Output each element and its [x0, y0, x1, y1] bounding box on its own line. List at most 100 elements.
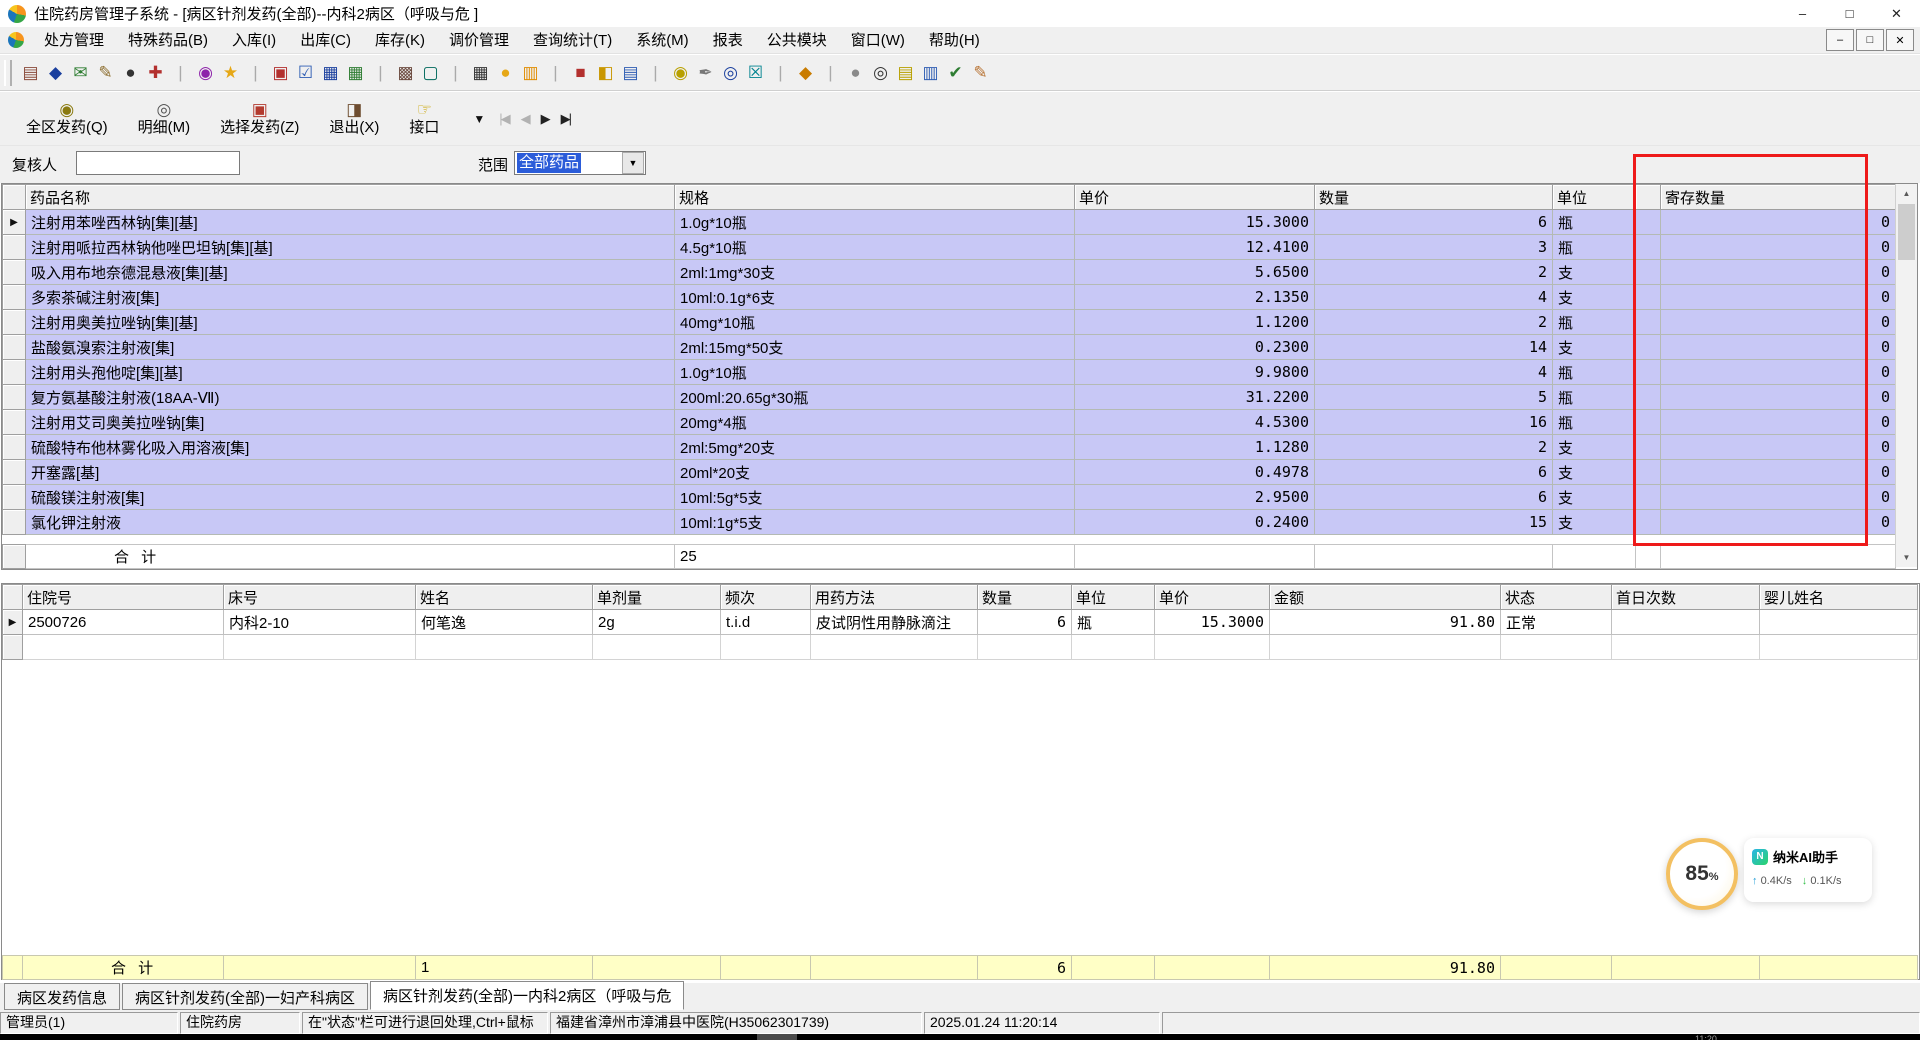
- cell-spec[interactable]: 2ml:5mg*20支: [675, 435, 1075, 460]
- close-button[interactable]: ✕: [1873, 0, 1920, 27]
- cell-drug-name[interactable]: 注射用艾司奥美拉唑钠[集]: [26, 410, 675, 435]
- cell-baby-name[interactable]: [1760, 610, 1918, 635]
- toolbar-separator[interactable]: |: [643, 60, 668, 86]
- doc-blue-icon[interactable]: ▦: [318, 60, 343, 86]
- table-row[interactable]: 硫酸镁注射液[集] 10ml:5g*5支 2.9500 6 支 0: [3, 485, 1896, 510]
- cell-unit[interactable]: 支: [1553, 435, 1636, 460]
- mdi-close-button[interactable]: ✕: [1886, 29, 1914, 51]
- cell-spec[interactable]: 20mg*4瓶: [675, 410, 1075, 435]
- chevron-down-icon[interactable]: ▼: [622, 152, 644, 174]
- menu-item[interactable]: 系统(M): [624, 28, 701, 53]
- cell-spec[interactable]: 10ml:1g*5支: [675, 510, 1075, 535]
- cell-price[interactable]: 15.3000: [1075, 210, 1315, 235]
- calendar-icon[interactable]: ▤: [618, 60, 643, 86]
- menu-item[interactable]: 窗口(W): [839, 28, 917, 53]
- toolbar-separator[interactable]: |: [168, 60, 193, 86]
- menu-item[interactable]: 处方管理: [32, 28, 116, 53]
- menu-item[interactable]: 特殊药品(B): [116, 28, 220, 53]
- cell-amount[interactable]: 91.80: [1270, 610, 1501, 635]
- mail-check-icon[interactable]: ✉: [68, 60, 93, 86]
- cell-qty[interactable]: 15: [1315, 510, 1553, 535]
- more-actions-dropdown-icon[interactable]: ▼: [473, 112, 485, 126]
- nav-next-button[interactable]: ▶: [541, 111, 549, 127]
- scroll-up-icon[interactable]: ▲: [1896, 184, 1917, 203]
- cell-dose[interactable]: 2g: [593, 610, 721, 635]
- table-row[interactable]: 注射用奥美拉唑钠[集][基] 40mg*10瓶 1.1200 2 瓶 0: [3, 310, 1896, 335]
- table-row[interactable]: 多索茶碱注射液[集] 10ml:0.1g*6支 2.1350 4 支 0: [3, 285, 1896, 310]
- cell-price[interactable]: 4.5300: [1075, 410, 1315, 435]
- cell-frequency[interactable]: t.i.d: [721, 610, 811, 635]
- cell-price[interactable]: 12.4100: [1075, 235, 1315, 260]
- cell-unit[interactable]: 支: [1553, 460, 1636, 485]
- cell-price[interactable]: 0.2300: [1075, 335, 1315, 360]
- minimize-button[interactable]: –: [1779, 0, 1826, 27]
- cell-price[interactable]: 2.1350: [1075, 285, 1315, 310]
- nav-prev-button[interactable]: ◀: [521, 111, 529, 127]
- keypad-icon[interactable]: ▦: [468, 60, 493, 86]
- cell-spec[interactable]: 20ml*20支: [675, 460, 1075, 485]
- monitors-icon[interactable]: ▥: [918, 60, 943, 86]
- cell-spec[interactable]: 10ml:0.1g*6支: [675, 285, 1075, 310]
- cabinet-icon[interactable]: ▥: [518, 60, 543, 86]
- table-row[interactable]: 注射用艾司奥美拉唑钠[集] 20mg*4瓶 4.5300 16 瓶 0: [3, 410, 1896, 435]
- nav-last-button[interactable]: ▶|: [561, 111, 570, 127]
- table-row[interactable]: 盐酸氨溴索注射液[集] 2ml:15mg*50支 0.2300 14 支 0: [3, 335, 1896, 360]
- cell-spec[interactable]: 200ml:20.65g*30瓶: [675, 385, 1075, 410]
- cell-drug-name[interactable]: 硫酸镁注射液[集]: [26, 485, 675, 510]
- cell-unit[interactable]: 支: [1553, 260, 1636, 285]
- cell-price[interactable]: 0.2400: [1075, 510, 1315, 535]
- cell-hospital-no[interactable]: 2500726: [23, 610, 224, 635]
- cell-drug-name[interactable]: 注射用奥美拉唑钠[集][基]: [26, 310, 675, 335]
- select-dispense-button[interactable]: ▣ 选择发药(Z): [220, 101, 299, 137]
- cell-drug-name[interactable]: 吸入用布地奈德混悬液[集][基]: [26, 260, 675, 285]
- cell-qty[interactable]: 6: [978, 610, 1072, 635]
- toolbar-separator[interactable]: |: [818, 60, 843, 86]
- cell-qty[interactable]: 14: [1315, 335, 1553, 360]
- table-row[interactable]: 注射用哌拉西林钠他唑巴坦钠[集][基] 4.5g*10瓶 12.4100 3 瓶…: [3, 235, 1896, 260]
- scrollbar-thumb[interactable]: [1898, 204, 1915, 260]
- cell-qty[interactable]: 6: [1315, 460, 1553, 485]
- cell-first-day[interactable]: [1612, 610, 1760, 635]
- list-icon[interactable]: ▤: [893, 60, 918, 86]
- cell-price[interactable]: 0.4978: [1075, 460, 1315, 485]
- cell-qty[interactable]: 4: [1315, 360, 1553, 385]
- mdi-restore-button[interactable]: □: [1856, 29, 1884, 51]
- cell-unit[interactable]: 瓶: [1072, 610, 1155, 635]
- cell-price[interactable]: 2.9500: [1075, 485, 1315, 510]
- cell-qty[interactable]: 5: [1315, 385, 1553, 410]
- cell-price[interactable]: 9.9800: [1075, 360, 1315, 385]
- cell-patient-name[interactable]: 何笔逸: [416, 610, 593, 635]
- cell-drug-name[interactable]: 氯化钾注射液: [26, 510, 675, 535]
- cell-drug-name[interactable]: 注射用苯唑西林钠[集][基]: [26, 210, 675, 235]
- cell-unit[interactable]: 支: [1553, 285, 1636, 310]
- nav-first-button[interactable]: |◀: [499, 111, 508, 127]
- calculator-icon[interactable]: ▩: [393, 60, 418, 86]
- cell-status[interactable]: 正常: [1501, 610, 1612, 635]
- menu-item[interactable]: 库存(K): [363, 28, 437, 53]
- cell-qty[interactable]: 4: [1315, 285, 1553, 310]
- toolbar-separator[interactable]: |: [243, 60, 268, 86]
- ai-assistant-progress-badge[interactable]: 85%: [1666, 838, 1738, 910]
- tab-obstetrics-ward[interactable]: 病区针剂发药(全部)一妇产科病区: [122, 983, 368, 1010]
- syringe-icon[interactable]: ✒: [693, 60, 718, 86]
- toolbar-separator[interactable]: |: [443, 60, 468, 86]
- table-row[interactable]: ▶ 注射用苯唑西林钠[集][基] 1.0g*10瓶 15.3000 6 瓶 0: [3, 210, 1896, 235]
- menu-item[interactable]: 调价管理: [437, 28, 521, 53]
- cell-drug-name[interactable]: 注射用哌拉西林钠他唑巴坦钠[集][基]: [26, 235, 675, 260]
- table-row[interactable]: 注射用头孢他啶[集][基] 1.0g*10瓶 9.9800 4 瓶 0: [3, 360, 1896, 385]
- toolbar-separator[interactable]: |: [768, 60, 793, 86]
- folder-icon[interactable]: ◧: [593, 60, 618, 86]
- cell-spec[interactable]: 4.5g*10瓶: [675, 235, 1075, 260]
- cell-qty[interactable]: 2: [1315, 310, 1553, 335]
- cell-price[interactable]: 1.1200: [1075, 310, 1315, 335]
- pushpin-icon[interactable]: ◆: [43, 60, 68, 86]
- cell-qty[interactable]: 2: [1315, 260, 1553, 285]
- label-icon[interactable]: ◉: [193, 60, 218, 86]
- note-edit-icon[interactable]: ✎: [93, 60, 118, 86]
- cell-unit[interactable]: 瓶: [1553, 360, 1636, 385]
- menu-item[interactable]: 帮助(H): [917, 28, 992, 53]
- ai-assistant-card[interactable]: N 纳米AI助手 ↑ 0.4K/s ↓ 0.1K/s: [1744, 838, 1872, 902]
- dispense-all-button[interactable]: ◉ 全区发药(Q): [26, 101, 108, 137]
- menu-item[interactable]: 报表: [701, 28, 755, 53]
- cell-spec[interactable]: 2ml:1mg*30支: [675, 260, 1075, 285]
